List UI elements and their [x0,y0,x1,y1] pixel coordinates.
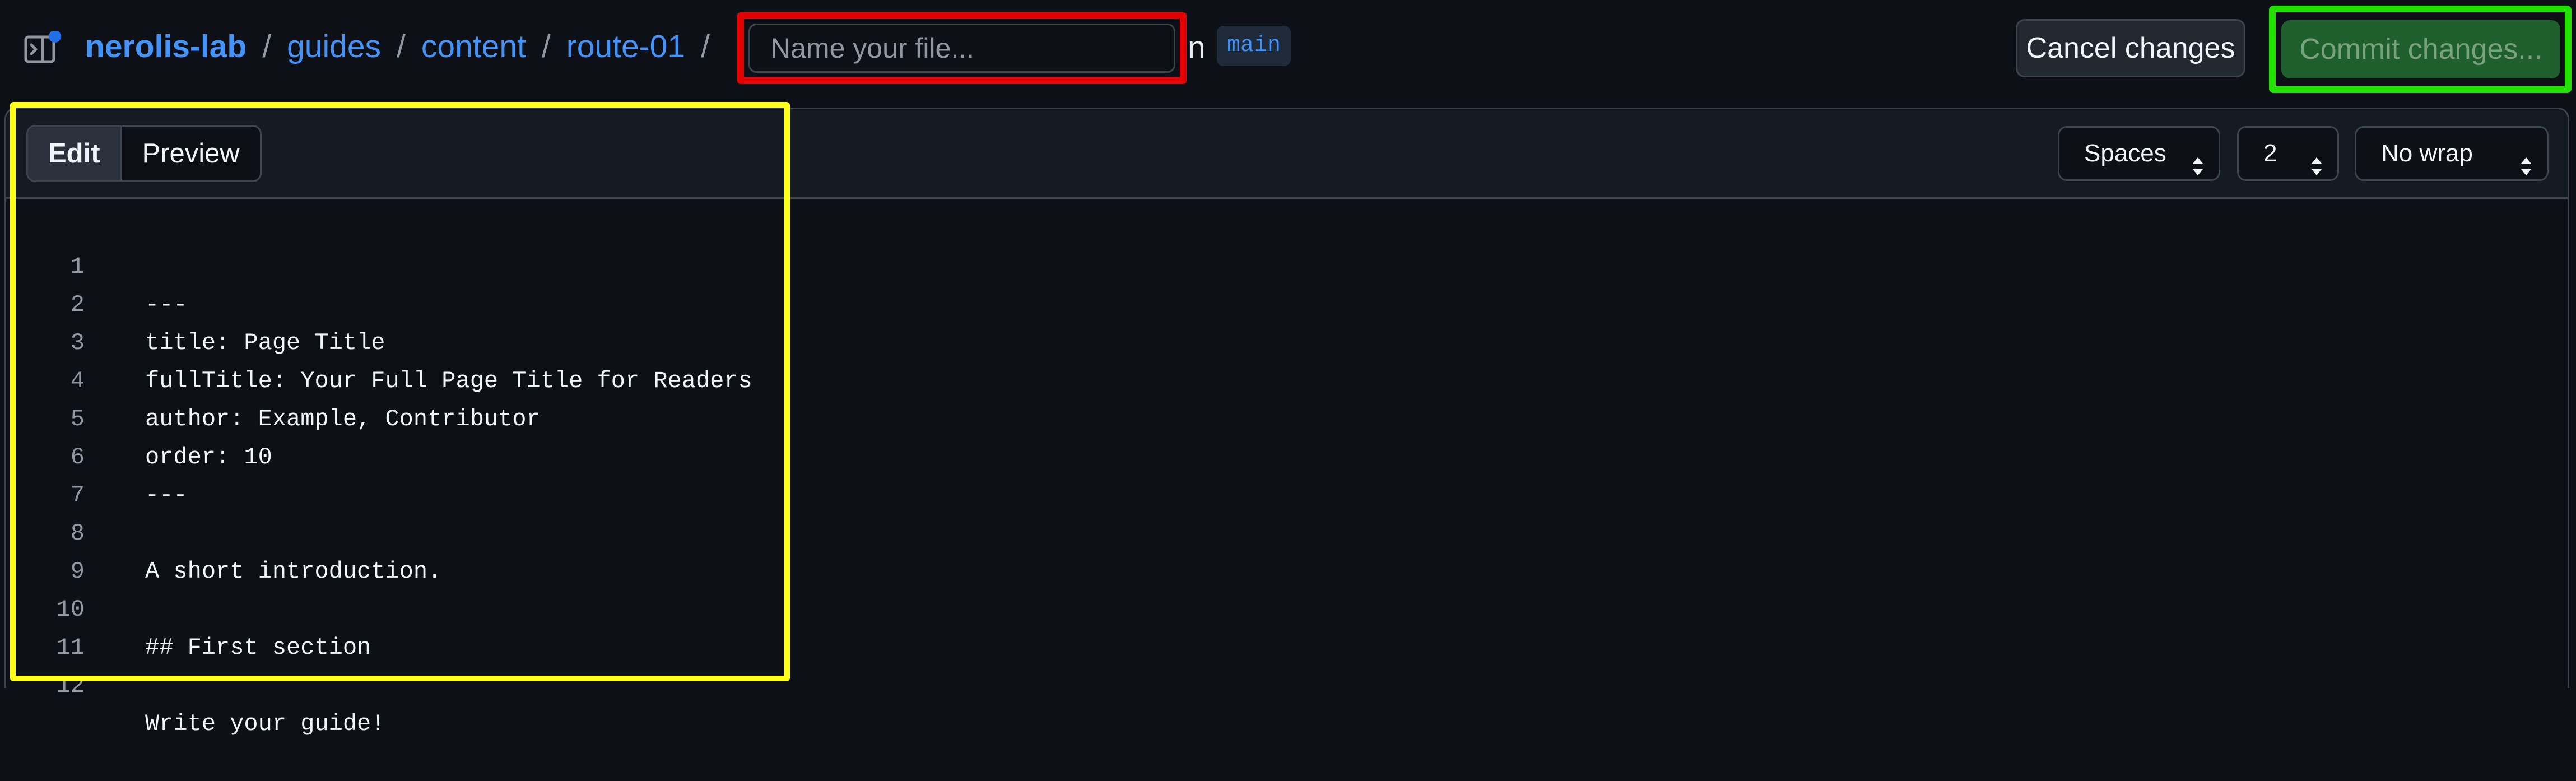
breadcrumb-separator: / [701,29,710,64]
filename-highlight [737,12,1187,84]
breadcrumb: nerolis-lab / guides / content / route-0… [85,21,726,72]
editor-toolbar: Edit Preview Spaces 2 No wrap [6,109,2568,199]
breadcrumb-separator: / [397,29,406,64]
breadcrumb-separator: / [541,29,551,64]
code-line: 9 [6,514,2568,585]
sidebar-expand-icon[interactable] [22,30,63,65]
wrap-mode-value: No wrap [2381,140,2473,167]
code-line: 8 A short introduction. [6,476,2568,585]
top-bar: nerolis-lab / guides / content / route-0… [0,0,2576,106]
code-line: 10 ## First section [6,552,2568,661]
commit-changes-button[interactable]: Commit changes... [2281,20,2560,78]
breadcrumb-item-guides[interactable]: guides [287,28,381,65]
wrap-mode-select[interactable]: No wrap [2355,126,2549,181]
filename-input[interactable] [748,24,1175,73]
cancel-changes-button[interactable]: Cancel changes [2016,19,2245,77]
breadcrumb-repo-link[interactable]: nerolis-lab [85,28,247,65]
breadcrumb-separator: / [262,29,272,64]
line-number: 12 [56,672,85,699]
chevron-updown-icon [2310,143,2323,175]
code-line: 7 [6,438,2568,509]
code-line: 5 order: 10 [6,362,2568,471]
tab-preview[interactable]: Preview [122,127,260,180]
indent-size-value: 2 [2263,140,2277,167]
commit-highlight: Commit changes... [2269,6,2572,93]
branch-prefix-text: n [1188,30,1206,66]
indent-mode-value: Spaces [2084,140,2166,167]
code-line: 3 fullTitle: Your Full Page Title for Re… [6,286,2568,394]
code-line: 2 title: Page Title [6,248,2568,356]
branch-badge[interactable]: main [1217,26,1291,66]
code-line: 11 [6,591,2568,661]
breadcrumb-item-content[interactable]: content [421,28,526,65]
code-line: 6 --- [6,400,2568,509]
code-line: 1 --- [6,210,2568,318]
tab-edit[interactable]: Edit [28,127,122,180]
code-line: 12 Write your guide! [6,629,2568,737]
indent-mode-select[interactable]: Spaces [2058,126,2220,181]
code-editor[interactable]: 1 --- 2 title: Page Title 3 fullTitle: Y… [6,201,2568,737]
code-line: 4 author: Example, Contributor [6,324,2568,433]
line-content[interactable]: Write your guide! [145,705,385,743]
chevron-updown-icon [2520,143,2532,175]
chevron-updown-icon [2192,143,2204,175]
editor-mode-tabs: Edit Preview [26,125,262,182]
indent-size-select[interactable]: 2 [2237,126,2339,181]
breadcrumb-item-route[interactable]: route-01 [566,28,685,65]
file-editor: Edit Preview Spaces 2 No wrap 1 --- 2 ti… [4,108,2569,737]
